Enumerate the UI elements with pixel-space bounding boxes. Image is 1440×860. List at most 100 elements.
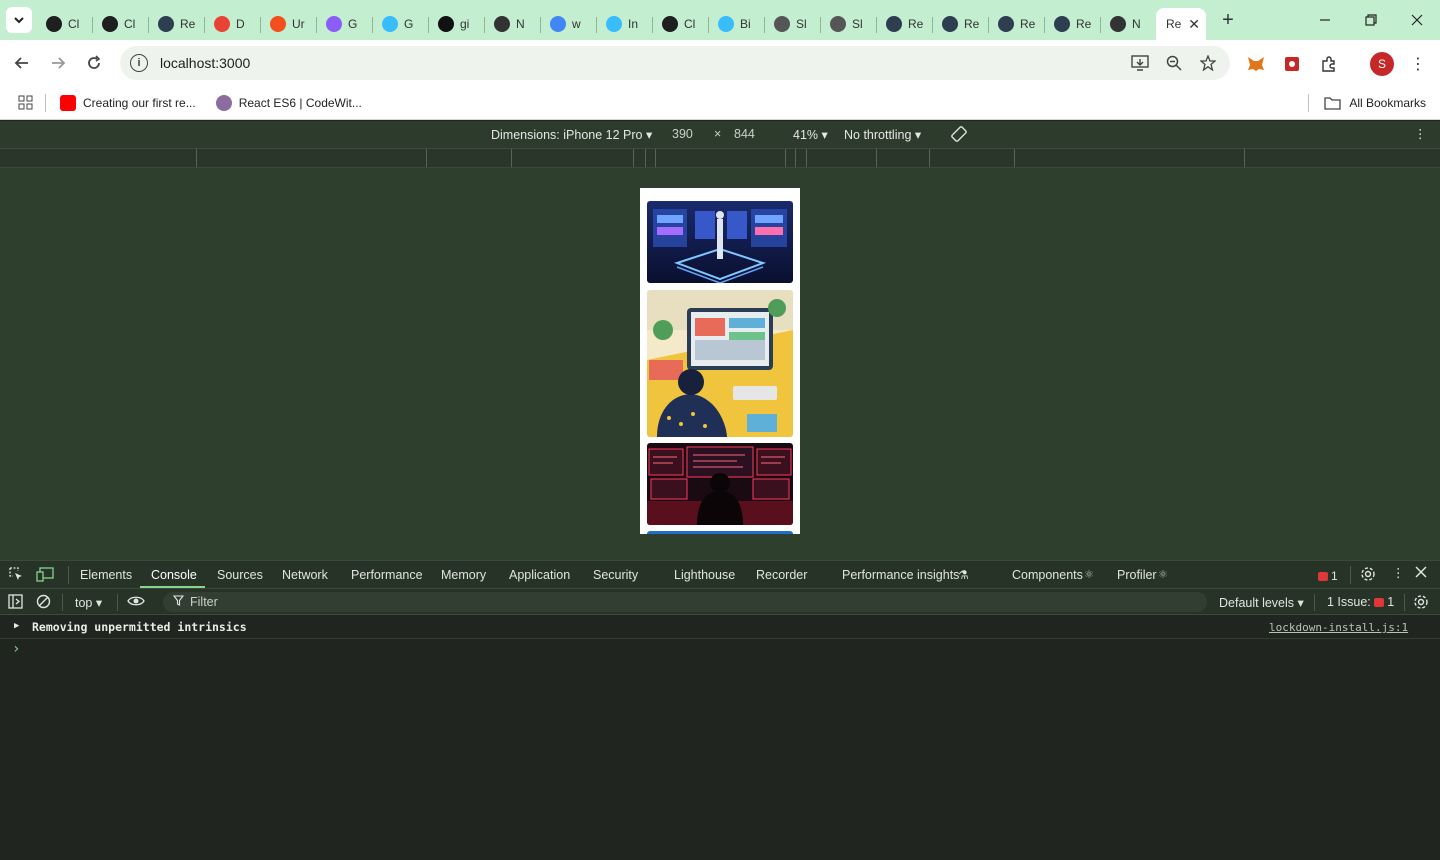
- github-icon: [774, 16, 790, 32]
- tab-item[interactable]: Re: [988, 8, 1044, 40]
- tab-network[interactable]: Network: [282, 568, 328, 582]
- google-icon: [550, 16, 566, 32]
- tab-item[interactable]: In: [596, 8, 652, 40]
- tab-recorder[interactable]: Recorder: [756, 568, 807, 582]
- vite-icon: [326, 16, 342, 32]
- tab-memory[interactable]: Memory: [441, 568, 486, 582]
- tab-item[interactable]: gi: [428, 8, 484, 40]
- zoom-icon[interactable]: [1164, 53, 1184, 73]
- figma-icon: [270, 16, 286, 32]
- tab-item[interactable]: N: [484, 8, 540, 40]
- throttling-select[interactable]: No throttling ▾: [844, 127, 921, 142]
- back-button[interactable]: [6, 47, 38, 79]
- tab-console[interactable]: Console: [151, 568, 197, 582]
- extensions-puzzle-icon[interactable]: [1317, 52, 1341, 76]
- device-toggle-icon[interactable]: [36, 566, 54, 585]
- tab-sources[interactable]: Sources: [217, 568, 263, 582]
- settings-gear-icon[interactable]: [1360, 566, 1376, 585]
- image-neon-vr-room[interactable]: [647, 201, 793, 283]
- address-bar[interactable]: i localhost:3000: [120, 46, 1230, 80]
- console-settings-icon[interactable]: [1413, 594, 1429, 613]
- profile-avatar[interactable]: S: [1370, 52, 1394, 76]
- close-devtools-icon[interactable]: [1415, 566, 1427, 581]
- error-count-badge[interactable]: 1: [1318, 569, 1338, 583]
- issues-button[interactable]: 1 Issue: 1: [1327, 595, 1394, 609]
- devtools-menu-icon[interactable]: ⋮: [1392, 565, 1405, 580]
- device-dimensions-select[interactable]: Dimensions: iPhone 12 Pro ▾: [491, 127, 652, 142]
- tab-item[interactable]: Sl: [820, 8, 876, 40]
- tab-item[interactable]: Re: [876, 8, 932, 40]
- console-message-text: Removing unpermitted intrinsics: [32, 620, 247, 634]
- folder-icon: [1324, 96, 1341, 110]
- tab-item[interactable]: Re: [1044, 8, 1100, 40]
- openai-icon: [46, 16, 62, 32]
- image-next-partial[interactable]: [647, 531, 793, 534]
- tab-item[interactable]: Bi: [708, 8, 764, 40]
- context-select[interactable]: top ▾: [75, 595, 102, 610]
- tab-item[interactable]: Re: [148, 8, 204, 40]
- console-message[interactable]: ▶ Removing unpermitted intrinsics lockdo…: [0, 615, 1440, 639]
- close-tab-icon[interactable]: ✕: [1188, 16, 1200, 33]
- tab-lighthouse[interactable]: Lighthouse: [674, 568, 735, 582]
- bookmark-item[interactable]: Creating our first re...: [60, 94, 196, 111]
- tailwind-icon: [382, 16, 398, 32]
- tab-item[interactable]: w: [540, 8, 596, 40]
- install-app-icon[interactable]: [1130, 53, 1150, 73]
- rotate-icon[interactable]: [950, 125, 968, 146]
- tab-item[interactable]: G: [316, 8, 372, 40]
- log-levels-select[interactable]: Default levels ▾: [1219, 595, 1304, 610]
- tab-item[interactable]: G: [372, 8, 428, 40]
- tab-search-button[interactable]: [6, 7, 32, 33]
- devtools-tab-bar: Elements Console Sources Network Perform…: [0, 560, 1440, 588]
- tab-profiler[interactable]: Profiler: [1117, 568, 1157, 582]
- sidebar-toggle-icon[interactable]: [8, 594, 23, 612]
- browser-menu-icon[interactable]: ⋮: [1406, 52, 1430, 76]
- tab-item[interactable]: Cl: [36, 8, 92, 40]
- tab-item[interactable]: Re: [932, 8, 988, 40]
- bookmark-label: React ES6 | CodeWit...: [238, 95, 362, 110]
- reload-button[interactable]: [78, 47, 110, 79]
- tab-active[interactable]: Re ✕: [1156, 8, 1206, 40]
- image-red-monitors-room[interactable]: [647, 443, 793, 525]
- restore-icon[interactable]: [1348, 0, 1394, 40]
- expand-triangle-icon[interactable]: ▶: [14, 621, 19, 631]
- metamask-icon[interactable]: [1244, 52, 1268, 76]
- tab-components[interactable]: Components: [1012, 568, 1083, 582]
- tab-item[interactable]: Cl: [92, 8, 148, 40]
- device-width-input[interactable]: 390: [672, 127, 693, 141]
- bookmark-item[interactable]: React ES6 | CodeWit...: [215, 94, 362, 111]
- tab-elements[interactable]: Elements: [80, 568, 132, 582]
- zoom-select[interactable]: 41% ▾: [793, 127, 828, 142]
- site-info-icon[interactable]: i: [130, 54, 148, 72]
- forward-button[interactable]: [42, 47, 74, 79]
- tab-item[interactable]: Sl: [764, 8, 820, 40]
- tab-item[interactable]: Ur: [260, 8, 316, 40]
- tab-performance[interactable]: Performance: [351, 568, 423, 582]
- phone-screen[interactable]: [640, 188, 800, 534]
- device-height-input[interactable]: 844: [734, 127, 755, 141]
- url-text[interactable]: localhost:3000: [160, 55, 250, 71]
- image-illustrated-workspace[interactable]: [647, 290, 793, 437]
- filter-input[interactable]: Filter: [163, 592, 1207, 612]
- tab-performance-insights[interactable]: Performance insights: [842, 568, 959, 582]
- tab-label: N: [1132, 17, 1141, 31]
- new-tab-button[interactable]: +: [1214, 6, 1242, 34]
- eye-icon[interactable]: [127, 594, 145, 611]
- device-toolbar-menu-icon[interactable]: ⋮: [1414, 126, 1427, 141]
- tab-item[interactable]: N: [1100, 8, 1156, 40]
- all-bookmarks-button[interactable]: All Bookmarks: [1324, 96, 1426, 110]
- tab-item[interactable]: D: [204, 8, 260, 40]
- tab-application[interactable]: Application: [509, 568, 570, 582]
- medium-icon: [438, 16, 454, 32]
- close-window-icon[interactable]: [1394, 0, 1440, 40]
- apps-grid-icon[interactable]: [18, 95, 33, 110]
- bookmark-star-icon[interactable]: [1198, 53, 1218, 73]
- console-prompt[interactable]: ›: [12, 641, 20, 657]
- tab-security[interactable]: Security: [593, 568, 638, 582]
- clear-console-icon[interactable]: [36, 594, 51, 612]
- tab-item[interactable]: Cl: [652, 8, 708, 40]
- inspect-element-icon[interactable]: [8, 566, 24, 585]
- minimize-icon[interactable]: [1302, 0, 1348, 40]
- console-message-source[interactable]: lockdown-install.js:1: [1269, 621, 1408, 634]
- extension-red-icon[interactable]: [1280, 52, 1304, 76]
